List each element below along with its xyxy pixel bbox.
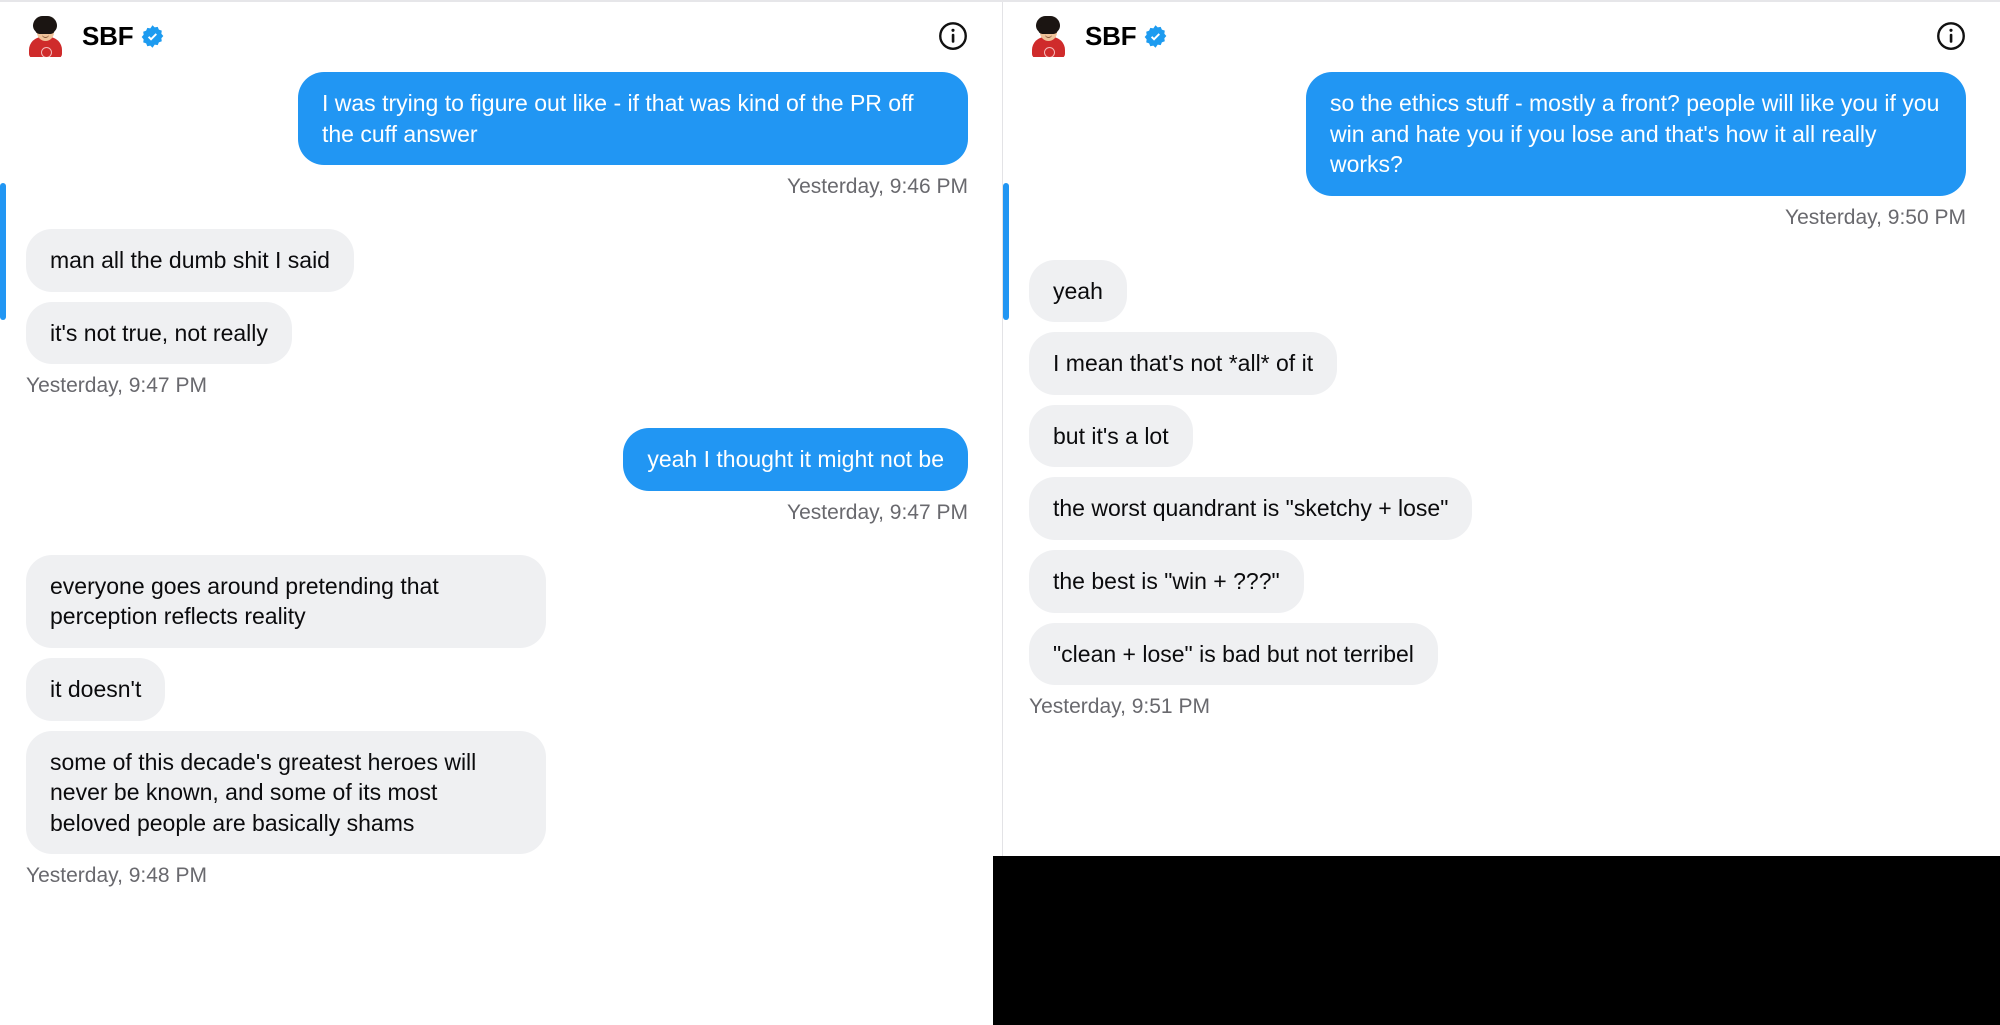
chat-panel-left: SBF I was trying to figure out like - if	[0, 0, 1003, 1025]
verified-badge-icon	[1143, 24, 1168, 49]
message-bubble-incoming[interactable]: it doesn't	[26, 658, 166, 721]
message-bubble-outgoing[interactable]: yeah I thought it might not be	[623, 428, 968, 491]
message-bubble-incoming[interactable]: I mean that's not *all* of it	[1029, 332, 1338, 395]
message-timestamp: Yesterday, 9:47 PM	[787, 500, 968, 524]
avatar-shirt-logo	[41, 47, 52, 57]
message-row: man all the dumb shit I said	[26, 229, 968, 292]
avatar-shirt-logo	[1044, 47, 1055, 57]
message-bubble-incoming[interactable]: but it's a lot	[1029, 404, 1193, 468]
message-bubble-incoming[interactable]: everyone goes around pretending that per…	[26, 554, 546, 649]
avatar[interactable]	[1029, 15, 1067, 57]
message-bubble-incoming[interactable]: yeah	[1029, 259, 1127, 323]
message-row: everyone goes around pretending that per…	[26, 554, 968, 649]
message-row: some of this decade's greatest heroes wi…	[26, 730, 968, 855]
message-row: I mean that's not *all* of it	[1029, 332, 1966, 395]
dual-chat-screenshot: SBF I was trying to figure out like - if	[0, 0, 2000, 1025]
info-circle-icon[interactable]	[1936, 21, 1966, 51]
chat-header-left: SBF	[0, 0, 1002, 72]
avatar-hair	[1036, 16, 1060, 34]
message-row: yeah	[1029, 259, 1966, 323]
verified-badge-icon	[140, 24, 165, 49]
message-bubble-outgoing[interactable]: so the ethics stuff - mostly a front? pe…	[1306, 72, 1966, 196]
message-row: "clean + lose" is bad but not terribel	[1029, 622, 1966, 686]
scroll-indicator-right[interactable]	[1003, 183, 1009, 320]
message-row: the best is "win + ???"	[1029, 550, 1966, 613]
avatar-hair	[33, 16, 57, 34]
message-timestamp: Yesterday, 9:51 PM	[1029, 695, 1210, 719]
avatar[interactable]	[26, 15, 64, 57]
message-bubble-incoming[interactable]: the best is "win + ???"	[1029, 550, 1304, 613]
contact-name: SBF	[82, 21, 134, 51]
message-row: I was trying to figure out like - if tha…	[26, 72, 968, 166]
top-divider	[0, 0, 2000, 2]
message-bubble-outgoing[interactable]: I was trying to figure out like - if tha…	[298, 72, 968, 166]
message-timestamp: Yesterday, 9:46 PM	[787, 175, 968, 199]
message-thread-left: I was trying to figure out like - if tha…	[0, 72, 1002, 888]
message-row: it's not true, not really	[26, 301, 968, 365]
message-thread-right: so the ethics stuff - mostly a front? pe…	[1003, 72, 2000, 719]
chat-header-right: SBF	[1003, 0, 2000, 72]
message-bubble-incoming[interactable]: the worst quandrant is "sketchy + lose"	[1029, 477, 1473, 541]
scroll-indicator-left[interactable]	[0, 183, 6, 320]
info-circle-icon[interactable]	[938, 21, 968, 51]
message-row: it doesn't	[26, 658, 968, 721]
message-row: so the ethics stuff - mostly a front? pe…	[1029, 72, 1966, 196]
message-bubble-incoming[interactable]: some of this decade's greatest heroes wi…	[26, 730, 546, 855]
message-row: yeah I thought it might not be	[26, 428, 968, 491]
message-bubble-incoming[interactable]: man all the dumb shit I said	[26, 229, 354, 292]
message-bubble-incoming[interactable]: "clean + lose" is bad but not terribel	[1029, 622, 1438, 686]
message-timestamp: Yesterday, 9:48 PM	[26, 864, 207, 888]
black-overlay-region	[993, 856, 2000, 1025]
message-timestamp: Yesterday, 9:50 PM	[1785, 205, 1966, 229]
message-bubble-incoming[interactable]: it's not true, not really	[26, 301, 292, 365]
message-timestamp: Yesterday, 9:47 PM	[26, 374, 207, 398]
contact-name: SBF	[1085, 21, 1137, 51]
message-row: the worst quandrant is "sketchy + lose"	[1029, 477, 1966, 541]
message-row: but it's a lot	[1029, 404, 1966, 468]
